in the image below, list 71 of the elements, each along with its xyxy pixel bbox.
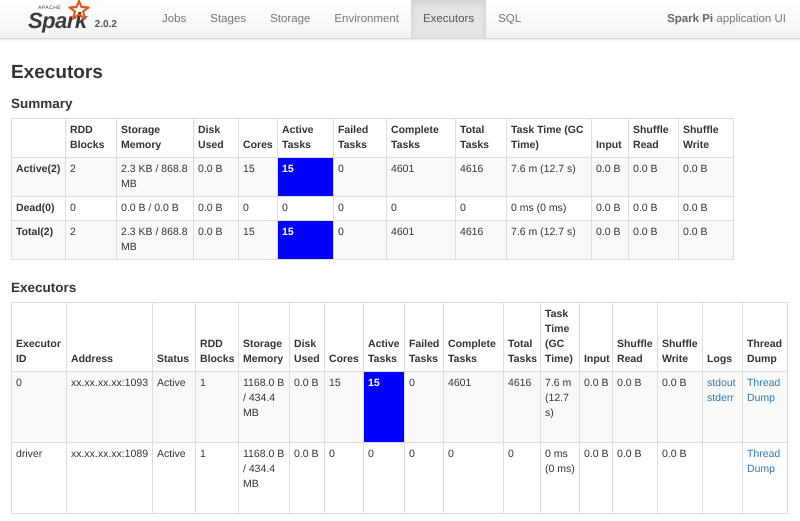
- nav-tab[interactable]: Executors: [410, 0, 486, 38]
- table-cell: 0.0 B: [628, 220, 678, 260]
- application-name: Spark Pi application UI: [667, 13, 786, 25]
- table-cell: 15: [238, 158, 278, 196]
- table-cell: 15: [324, 372, 364, 442]
- table-cell: 0.0 B: [592, 158, 628, 196]
- table-cell: 2: [66, 158, 116, 196]
- table-cell: 0.0 B: [290, 372, 324, 442]
- table-cell: 0: [12, 372, 66, 442]
- row-header: Total(2): [12, 220, 66, 260]
- table-cell: 15: [278, 158, 334, 196]
- table-cell: 0: [404, 442, 444, 514]
- table-cell: 15: [364, 372, 404, 442]
- table-cell: 2.3 KB / 868.8 MB: [116, 220, 194, 260]
- table-cell: 2.3 KB / 868.8 MB: [116, 158, 194, 196]
- table-cell: 0.0 B: [194, 158, 238, 196]
- nav-tab[interactable]: Environment: [322, 0, 411, 38]
- version-label: 2.0.2: [94, 19, 117, 30]
- nav-tab[interactable]: Storage: [258, 0, 322, 38]
- table-cell: 0 ms (0 ms): [540, 442, 580, 514]
- table-cell: 4616: [456, 158, 506, 196]
- table-cell: 0.0 B: [678, 158, 734, 196]
- table-cell: 1168.0 B / 434.4 MB: [238, 372, 290, 442]
- row-header: Active(2): [12, 158, 66, 196]
- table-cell: 0.0 B: [194, 220, 238, 260]
- table-cell: Active: [152, 372, 196, 442]
- table-cell: xx.xx.xx.xx:1089: [66, 442, 152, 514]
- table-cell: 1: [196, 442, 238, 514]
- table-cell: 0.0 B: [592, 220, 628, 260]
- table-cell: 0.0 B: [612, 372, 658, 442]
- table-cell: 0: [444, 442, 504, 514]
- table-cell: 2: [66, 220, 116, 260]
- table-cell: 7.6 m (12.7 s): [506, 158, 592, 196]
- table-cell: 4616: [456, 220, 506, 260]
- log-link[interactable]: stdout: [707, 376, 739, 391]
- table-cell: xx.xx.xx.xx:1093: [66, 372, 152, 442]
- table-cell: 0.0 B: [678, 220, 734, 260]
- table-cell: 0: [334, 158, 386, 196]
- table-cell: 7.6 m (12.7 s): [540, 372, 580, 442]
- table-cell: 0.0 B: [658, 372, 702, 442]
- table-cell: 1168.0 B / 434.4 MB: [238, 442, 290, 514]
- log-link[interactable]: stderr: [707, 391, 739, 406]
- nav-tab[interactable]: SQL: [486, 0, 534, 38]
- table-cell: 4601: [386, 220, 456, 260]
- table-cell: 4601: [386, 158, 456, 196]
- table-cell: 0: [404, 372, 444, 442]
- nav-tab[interactable]: Jobs: [150, 0, 198, 38]
- table-cell: 0: [504, 442, 540, 514]
- table-cell: 4601: [444, 372, 504, 442]
- table-cell: 7.6 m (12.7 s): [506, 220, 592, 260]
- table-cell: 15: [278, 220, 334, 260]
- table-cell: 0.0 B: [612, 442, 658, 514]
- brand-name[interactable]: Spark: [28, 11, 87, 31]
- table-cell: Active: [152, 442, 196, 514]
- table-cell: 0: [324, 442, 364, 514]
- table-cell: 0.0 B: [658, 442, 702, 514]
- nav-tab[interactable]: Stages: [198, 0, 258, 38]
- section-title: Summary: [11, 96, 74, 111]
- section-title: Executors: [11, 280, 78, 295]
- table-cell: 1: [196, 372, 238, 442]
- table-cell: 0.0 B: [628, 158, 678, 196]
- table-cell: 0.0 B: [290, 442, 324, 514]
- table-cell: 0: [364, 442, 404, 514]
- table-cell: 0.0 B: [580, 372, 612, 442]
- page-title: Executors: [11, 62, 104, 84]
- table-cell: 15: [238, 220, 278, 260]
- table-cell: 0.0 B: [580, 442, 612, 514]
- table-cell: driver: [12, 442, 66, 514]
- table-cell: 0: [334, 220, 386, 260]
- column-header[interactable]: Executor ID: [12, 302, 66, 372]
- table-cell: 4616: [504, 372, 540, 442]
